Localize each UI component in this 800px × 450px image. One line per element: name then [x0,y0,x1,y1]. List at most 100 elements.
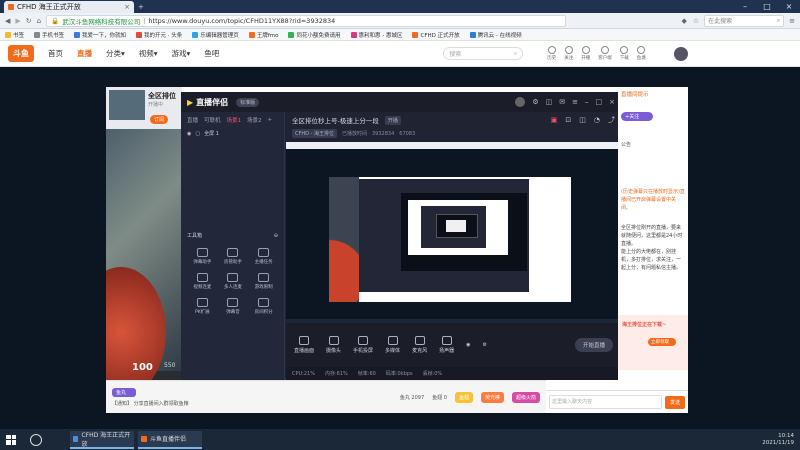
nav-fishbar[interactable]: 鱼吧 [204,48,219,59]
lock-toggle-icon[interactable]: ▢ [195,131,200,137]
stream-video[interactable]: 全区排位 开播中 订阅 100 550 [106,87,182,413]
maximize-icon[interactable]: □ [756,0,778,13]
scene-item[interactable]: ◉ ▢ 全屏 1 [181,128,284,139]
toolbox-more-icon[interactable]: ⊖ [274,233,278,239]
bookmark-item[interactable]: 乐编辑器管理页 [192,31,239,39]
promo-banner[interactable]: 海王排位正在下载~ 立即领取 [618,315,688,370]
btn-microphone[interactable]: 麦克风 [412,336,427,354]
history-button[interactable]: 历史 [547,46,556,61]
nav-games[interactable]: 游戏▾ [172,48,191,59]
tool-game-limit[interactable]: 游戏限制 [251,273,277,290]
tab-close-icon[interactable]: × [124,3,130,11]
fishpond-button[interactable]: 鱼塘 [637,46,646,61]
unlock-icon[interactable]: ⊡ [565,116,571,124]
user-avatar[interactable] [673,46,688,61]
start-live-button[interactable]: 开始直播 [574,338,613,352]
browser-tab[interactable]: CFHD 海王正式开放 × [4,1,134,13]
nav-category[interactable]: 分类▾ [106,48,125,59]
menu-icon[interactable]: ≡ [789,17,795,25]
eye-icon[interactable]: ◉ [187,131,191,137]
follow-button[interactable]: 关注 [564,46,573,61]
windows-start-icon[interactable] [6,434,16,445]
search-icon[interactable]: ⌕ [777,17,780,25]
btn-speaker[interactable]: 扬声器 [439,336,454,354]
tool-danmu-assistant[interactable]: 弹幕助手 [189,248,215,265]
download-button[interactable]: 下载 [620,46,629,61]
browser-search[interactable]: 在此搜索 ⌕ [704,14,785,27]
app-message-icon[interactable]: ✉ [559,98,565,106]
gift-rocket[interactable]: 超级火箭 [511,391,540,403]
gift-item[interactable]: 鱼丸 [112,387,136,397]
site-logo[interactable]: 斗鱼 [8,45,34,62]
tab-scene2[interactable]: 场景2 [247,116,262,124]
bookmark-item[interactable]: 我爱一下，你就知 [74,31,126,39]
bookmark-item[interactable]: 手机书签 [34,31,64,39]
window-icon[interactable]: ◫ [579,116,586,124]
bookmark-item[interactable]: 惠利和惠 - 惠城区 [350,31,402,39]
star-icon[interactable]: ☆ [693,17,699,25]
bookmark-item[interactable]: 书签 [5,31,24,39]
site-search-input[interactable]: 搜索 ⌕ [443,47,524,60]
bookmark-item[interactable]: CFHD 正式开放 [412,31,460,39]
bookmark-item[interactable]: 同花小额免费请用 [288,31,341,39]
extension-icon[interactable]: ◆ [681,17,686,25]
tool-room-points[interactable]: 房间积分 [251,298,277,315]
tab-live[interactable]: 直播 [187,116,198,124]
nav-video[interactable]: 视频▾ [139,48,158,59]
btn-multimedia[interactable]: 多媒体 [385,336,400,354]
chat-input[interactable]: 这里输入聊天内容 [549,395,662,409]
taskbar-browser[interactable]: CFHD 海王正式开放 [70,430,134,449]
btn-camera[interactable]: 摄像头 [326,336,341,354]
app-menu-icon[interactable]: ≡ [572,98,578,106]
gift-icon[interactable]: ▣ [551,116,558,124]
golive-button[interactable]: 开播 [581,46,590,61]
nav-live[interactable]: 直播 [77,48,92,59]
promo-button[interactable]: 立即领取 [648,338,676,346]
bookmark-item[interactable]: 王牌fmo [248,31,278,39]
taskbar-search-icon[interactable] [30,433,42,446]
subscribe-button[interactable]: 订阅 [150,115,169,124]
system-clock[interactable]: 10:14 2021/11/19 [762,433,794,447]
tool-room-admin[interactable]: 房管助手 [220,248,246,265]
btn-phone-cast[interactable]: 手机投屏 [353,336,373,354]
app-skin-icon[interactable]: ◫ [546,98,553,106]
tool-video-link[interactable]: 视频连麦 [189,273,215,290]
bookmark-item[interactable]: 我的开元 · 头条 [136,31,182,39]
btn-live-screen[interactable]: 直播画面 [294,336,314,354]
send-button[interactable]: 发送 [664,395,685,409]
refresh-icon[interactable]: ↻ [26,17,32,25]
gift-glowstick[interactable]: 荧光棒 [480,391,504,403]
forward-icon[interactable]: ▶ [15,17,20,25]
share-icon[interactable]: ⤴ [608,115,615,125]
minimize-icon[interactable]: – [734,0,756,13]
tab-linkable[interactable]: 可联机 [204,116,221,124]
app-minimize-icon[interactable]: – [585,98,589,106]
gift-fin[interactable]: 鱼翅 [454,391,473,403]
follow-button[interactable]: +关注 [621,112,653,121]
add-scene-icon[interactable]: + [268,117,273,123]
back-icon[interactable]: ◀ [5,17,10,25]
bell-icon[interactable]: ◔ [594,116,600,124]
record-icon[interactable]: ◉ [466,342,470,348]
app-avatar[interactable] [515,97,526,107]
nav-home[interactable]: 首页 [48,48,63,59]
tab-scene1[interactable]: 场景1 [227,116,242,124]
settings-icon[interactable]: ⚙ [482,342,486,348]
close-window-icon[interactable]: × [778,0,800,13]
home-icon[interactable]: ⌂ [37,17,41,25]
app-settings-icon[interactable]: ⚙ [532,98,538,106]
app-close-icon[interactable]: × [609,98,615,106]
app-maximize-icon[interactable]: □ [596,98,603,106]
tool-multi-link[interactable]: 多人连麦 [220,273,246,290]
stream-preview[interactable] [286,142,621,323]
bookmark-item[interactable]: 腾讯云 - 在线视频 [469,31,522,39]
stream-category[interactable]: CFHD - 海王排位 [292,129,337,138]
taskbar-live-app[interactable]: 斗鱼直播伴侣 [138,430,202,449]
tool-anchor-task[interactable]: 主播任务 [251,248,277,265]
tool-danmu-sound[interactable]: 弹幕音 [220,298,246,315]
url-bar[interactable]: 🔒 武汉斗鱼网络科技有限公司 | https://www.douyu.com/t… [46,14,567,27]
site-search-icon[interactable]: ⌕ [514,50,517,58]
new-tab-icon[interactable]: + [138,3,144,11]
tool-pk[interactable]: PK扩展 [189,298,215,315]
client-button[interactable]: 客户端 [598,46,612,61]
